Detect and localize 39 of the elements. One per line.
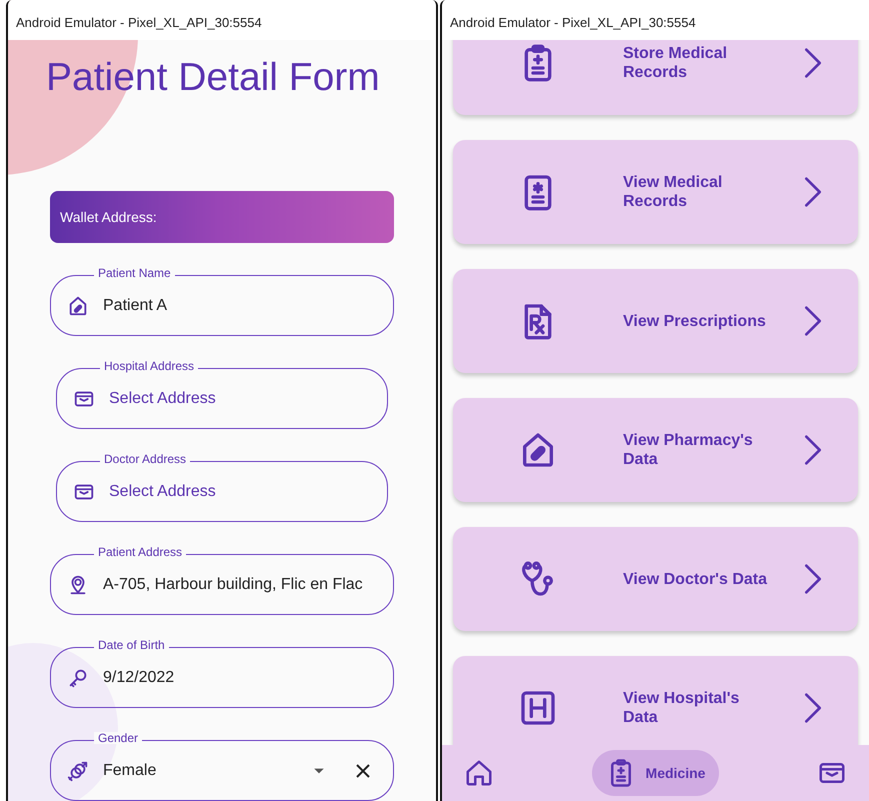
field-value: A-705, Harbour building, Flic en Flac: [103, 574, 364, 594]
card-label: View Medical Records: [623, 173, 724, 211]
field-label: Gender: [94, 732, 142, 744]
chevron-right-icon: [803, 175, 823, 209]
home-icon: [464, 758, 494, 788]
menu-card[interactable]: View Medical Records: [453, 140, 858, 244]
pill-tag-icon: [67, 294, 89, 316]
field-placeholder: Select Address: [109, 388, 217, 408]
menu-card[interactable]: View Doctor's Data: [453, 527, 858, 631]
window-title: Android Emulator - Pixel_XL_API_30:5554: [16, 14, 262, 32]
field-label: Patient Address: [94, 546, 186, 558]
chevron-right-icon: [803, 433, 823, 467]
card-label: View Prescriptions: [623, 312, 767, 330]
field-value: Patient A: [103, 296, 168, 316]
chevron-right-icon: [803, 562, 823, 596]
window-title: Android Emulator - Pixel_XL_API_30:5554: [450, 14, 696, 32]
field-label: Date of Birth: [94, 639, 169, 651]
menu-card[interactable]: Store Medical Records: [453, 40, 858, 115]
chevron-right-icon: [803, 304, 823, 338]
form-heading: Patient Detail Form: [46, 58, 381, 97]
field-label: Doctor Address: [100, 453, 190, 465]
medicine-tab[interactable]: Medicine: [592, 750, 720, 796]
wallet-label: Wallet Address:: [60, 208, 157, 226]
clear-button[interactable]: [355, 762, 371, 778]
card-label: View Hospital's Data: [623, 689, 740, 727]
menu-card[interactable]: View Hospital's Data: [453, 656, 858, 745]
card-label: View Pharmacy's Data: [623, 431, 754, 469]
field-label: Hospital Address: [100, 360, 198, 372]
field-value: Female: [103, 760, 158, 780]
menu-card[interactable]: View Pharmacy's Data: [453, 398, 858, 502]
field-value: 9/12/2022: [103, 668, 176, 688]
field-label: Patient Name: [94, 267, 175, 279]
card-label: View Doctor's Data: [623, 570, 768, 588]
chevron-right-icon: [803, 691, 823, 725]
gender-icon: [67, 760, 89, 782]
field-placeholder: Select Address: [109, 482, 217, 502]
chevron-right-icon: [803, 46, 823, 80]
menu-card[interactable]: View Prescriptions: [453, 269, 858, 373]
card-label: Store Medical Records: [623, 44, 728, 82]
